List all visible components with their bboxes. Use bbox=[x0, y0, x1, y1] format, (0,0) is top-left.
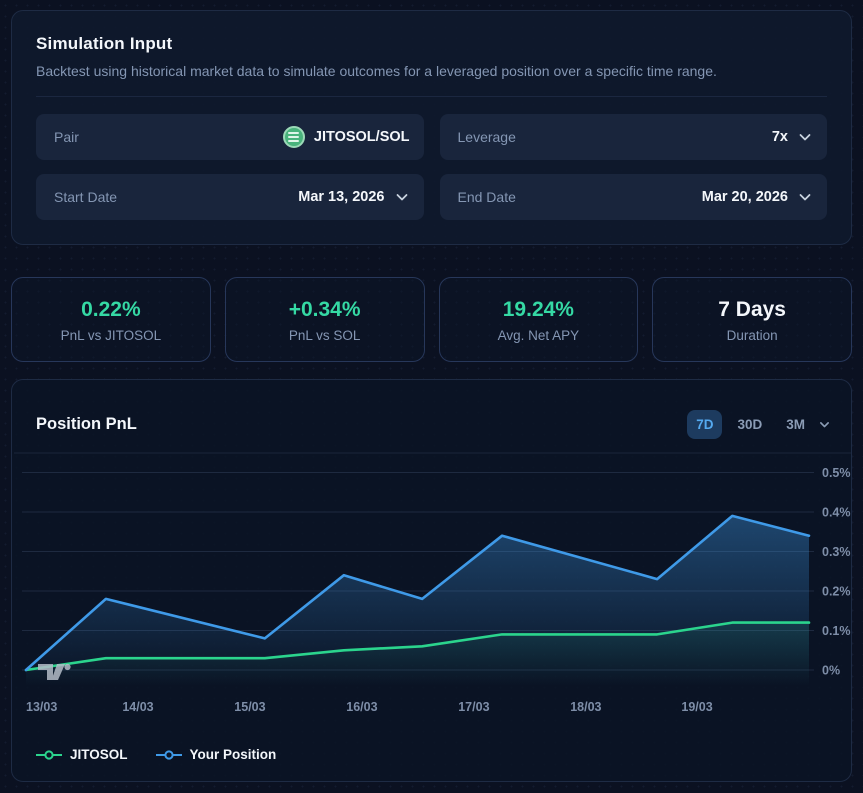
range-button-7d[interactable]: 7D bbox=[687, 410, 723, 439]
simulation-input-title: Simulation Input bbox=[36, 34, 173, 53]
stat-pnl-vs-jitosol: 0.22% PnL vs JITOSOL bbox=[11, 277, 211, 362]
legend-label: Your Position bbox=[189, 747, 277, 762]
svg-text:16/03: 16/03 bbox=[346, 700, 377, 714]
range-selector: 7D 30D 3M bbox=[687, 410, 831, 439]
svg-text:15/03: 15/03 bbox=[234, 700, 265, 714]
legend-label: JITOSOL bbox=[70, 747, 128, 762]
svg-text:19/03: 19/03 bbox=[681, 700, 712, 714]
page: { "simulation_input": { "title": "Simula… bbox=[0, 0, 863, 793]
svg-text:0.1%: 0.1% bbox=[822, 624, 851, 638]
chevron-down-icon bbox=[797, 129, 813, 145]
stat-label: Duration bbox=[726, 328, 778, 343]
legend-marker-icon bbox=[36, 749, 62, 760]
stat-label: PnL vs SOL bbox=[288, 328, 361, 343]
simulation-fields: Pair JITOSOL/SOL Leverage 7x Start Date bbox=[36, 114, 827, 220]
chevron-down-icon bbox=[797, 189, 813, 205]
pair-field[interactable]: Pair JITOSOL/SOL bbox=[36, 114, 424, 160]
stat-label: Avg. Net APY bbox=[497, 328, 580, 343]
svg-text:0.5%: 0.5% bbox=[822, 466, 851, 480]
start-date-field[interactable]: Start Date Mar 13, 2026 bbox=[36, 174, 424, 220]
pnl-line-chart[interactable]: 0% 0.1% 0.2% 0.3% 0.4% 0.5% 13/03 14/03 15/03 16/… bbox=[12, 448, 853, 720]
end-date-value-group: Mar 20, 2026 bbox=[702, 189, 813, 205]
position-pnl-card: Position PnL 7D 30D 3M 0% 0.1% 0.2% 0.3% 0.4… bbox=[11, 379, 852, 782]
leverage-label: Leverage bbox=[457, 129, 516, 145]
start-date-label: Start Date bbox=[54, 189, 118, 205]
legend-marker-icon bbox=[155, 749, 182, 760]
svg-text:0.2%: 0.2% bbox=[822, 585, 851, 599]
range-button-30d[interactable]: 30D bbox=[728, 410, 771, 439]
divider bbox=[36, 96, 827, 97]
start-date-value-group: Mar 13, 2026 bbox=[298, 189, 409, 205]
stats-row: 0.22% PnL vs JITOSOL +0.34% PnL vs SOL 1… bbox=[11, 277, 852, 362]
simulation-input-description: Backtest using historical market data to… bbox=[36, 63, 717, 79]
leverage-field[interactable]: Leverage 7x bbox=[439, 114, 827, 160]
svg-text:0.3%: 0.3% bbox=[822, 545, 851, 559]
main-content: Simulation Input Backtest using historic… bbox=[0, 0, 863, 782]
chart-title: Position PnL bbox=[36, 415, 137, 433]
svg-text:0%: 0% bbox=[822, 664, 840, 678]
pair-value-group: JITOSOL/SOL bbox=[282, 126, 410, 148]
leverage-value-group: 7x bbox=[772, 129, 813, 145]
pair-value: JITOSOL/SOL bbox=[313, 129, 410, 145]
stat-value: +0.34% bbox=[288, 298, 361, 321]
jitosol-coin-icon bbox=[282, 126, 305, 148]
legend-item-your-position[interactable]: Your Position bbox=[155, 747, 277, 762]
svg-text:17/03: 17/03 bbox=[458, 700, 489, 714]
stat-label: PnL vs JITOSOL bbox=[60, 328, 162, 343]
chevron-down-icon bbox=[394, 189, 410, 205]
end-date-field[interactable]: End Date Mar 20, 2026 bbox=[439, 174, 827, 220]
leverage-value: 7x bbox=[771, 129, 788, 145]
legend-item-jitosol[interactable]: JITOSOL bbox=[36, 747, 128, 762]
stat-pnl-vs-sol: +0.34% PnL vs SOL bbox=[224, 277, 425, 362]
stat-avg-net-apy: 19.24% Avg. Net APY bbox=[438, 277, 639, 362]
pair-label: Pair bbox=[54, 129, 79, 145]
end-date-label: End Date bbox=[457, 189, 516, 205]
svg-text:13/03: 13/03 bbox=[26, 700, 57, 714]
chevron-down-icon[interactable] bbox=[818, 418, 831, 431]
start-date-value: Mar 13, 2026 bbox=[298, 189, 385, 205]
stat-value: 19.24% bbox=[502, 298, 574, 321]
stat-value: 0.22% bbox=[81, 298, 141, 321]
simulation-input-card: Simulation Input Backtest using historic… bbox=[11, 10, 852, 245]
chart-legend: JITOSOL Your Position bbox=[36, 747, 851, 762]
end-date-value: Mar 20, 2026 bbox=[701, 189, 788, 205]
stat-duration: 7 Days Duration bbox=[652, 277, 852, 362]
stat-value: 7 Days bbox=[718, 298, 786, 321]
svg-text:18/03: 18/03 bbox=[570, 700, 601, 714]
chart-header: Position PnL 7D 30D 3M bbox=[12, 380, 851, 448]
svg-text:0.4%: 0.4% bbox=[822, 506, 851, 520]
svg-text:14/03: 14/03 bbox=[122, 700, 153, 714]
range-button-3m[interactable]: 3M bbox=[777, 410, 814, 439]
